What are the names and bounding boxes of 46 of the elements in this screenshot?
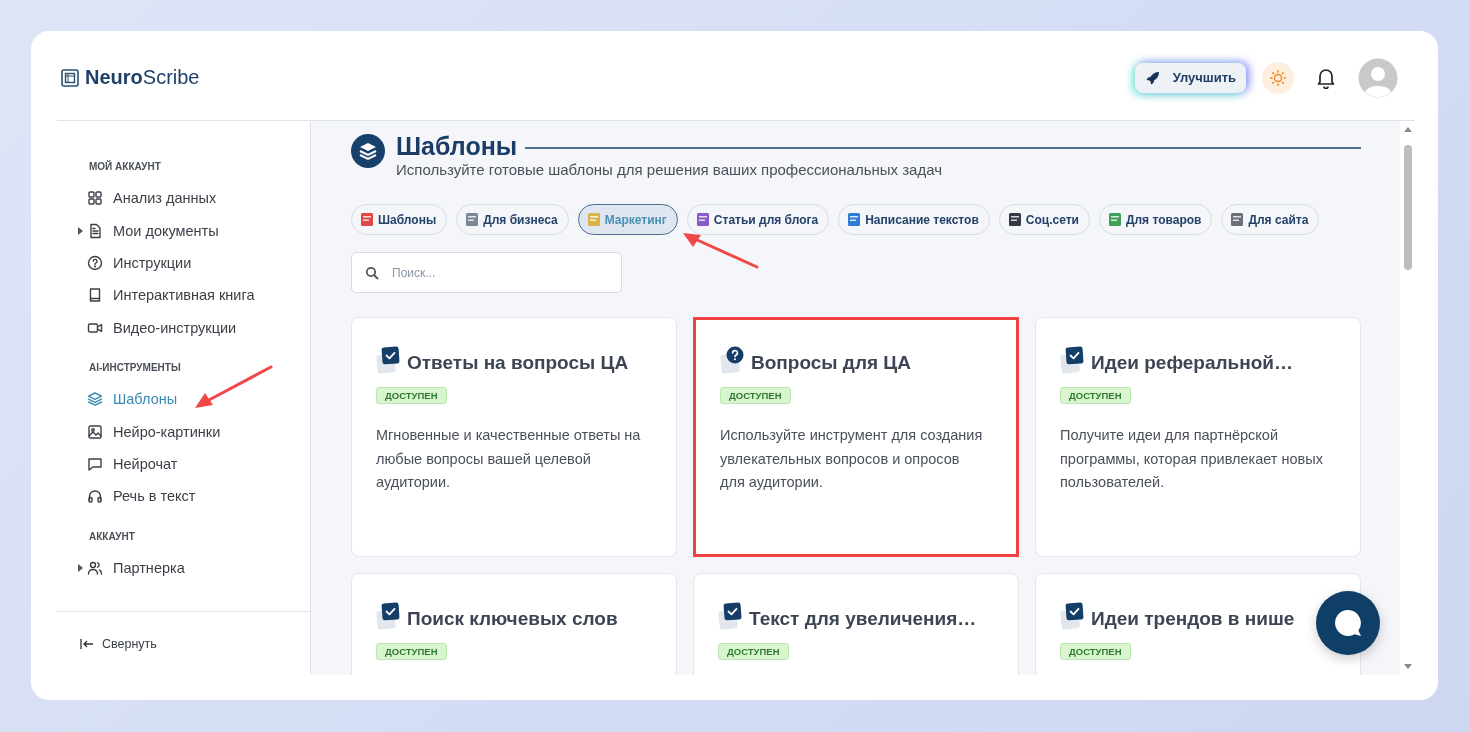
status-badge: ДОСТУПЕН	[1060, 387, 1131, 404]
template-card[interactable]: Поиск ключевых слов ДОСТУПЕН	[351, 573, 677, 675]
section-title: AI-ИНСТРУМЕНТЫ	[89, 361, 182, 373]
section-title: АККАУНТ	[89, 530, 136, 542]
page-title: Шаблоны	[396, 131, 518, 161]
card-title: Идеи реферальной…	[1091, 352, 1294, 375]
sidebar-item[interactable]: Инструкции	[75, 246, 310, 280]
sidebar-item[interactable]: Шаблоны	[75, 382, 310, 416]
sidebar-item[interactable]: Видео-инструкции	[75, 311, 310, 344]
template-card[interactable]: Идеи трендов в нише ДОСТУПЕН	[1035, 573, 1361, 675]
sidebar-item[interactable]: Нейрочат	[75, 447, 310, 481]
sidebar-item[interactable]: Мои документы	[75, 214, 310, 247]
card-title: Вопросы для ЦА	[751, 352, 911, 375]
template-card[interactable]: Ответы на вопросы ЦА ДОСТУПЕН Мгновенные и качественные ответы на любые вопросы вашей целевой аудитории.	[351, 317, 677, 557]
card-title: Ответы на вопросы ЦА	[407, 352, 629, 375]
category-chip[interactable]: Шаблоны	[351, 204, 448, 235]
status-badge: ДОСТУПЕН	[376, 643, 447, 660]
template-card[interactable]: Текст для увеличения… ДОСТУПЕН	[693, 573, 1019, 675]
sidebar-item[interactable]: Речь в текст	[75, 480, 310, 513]
sidebar-item[interactable]: Нейро-картинки	[75, 415, 310, 448]
page-subtitle: Используйте готовые шаблоны для решения ваших профессиональных задач	[396, 161, 943, 178]
category-chip[interactable]: Статьи для блога	[686, 204, 830, 235]
template-card[interactable]: Идеи реферальной… ДОСТУПЕН Получите идеи для партнёрской программы, которая привлекает новых пользователей.	[1035, 317, 1361, 557]
category-chip[interactable]: Для бизнеса	[456, 204, 569, 235]
card-description: Мгновенные и качественные ответы на любые вопросы вашей целевой аудитории.	[376, 426, 642, 492]
card-title: Текст для увеличения…	[749, 608, 977, 631]
card-description: Получите идеи для партнёрской программы, которая привлекает новых пользователей.	[1060, 426, 1324, 492]
status-badge: ДОСТУПЕН	[718, 643, 789, 660]
status-badge: ДОСТУПЕН	[720, 387, 791, 404]
sidebar-item[interactable]: Интерактивная книга	[75, 279, 310, 312]
category-chip[interactable]: Написание текстов	[838, 204, 990, 235]
category-chip[interactable]: Для сайта	[1221, 204, 1320, 235]
category-chip[interactable]: Для товаров	[1098, 204, 1213, 235]
category-chip[interactable]: Соц.сети	[998, 204, 1090, 235]
status-badge: ДОСТУПЕН	[1060, 643, 1131, 660]
card-description: Используйте инструмент для создания увлекательных вопросов и опросов для аудитории.	[720, 426, 984, 492]
card-title: Идеи трендов в нише	[1091, 608, 1295, 631]
sidebar-item[interactable]: Анализ данных	[75, 182, 310, 215]
brand-name[interactable]: NeuroScribe	[85, 66, 200, 89]
card-title: Поиск ключевых слов	[407, 608, 618, 631]
status-badge: ДОСТУПЕН	[376, 387, 447, 404]
sidebar-item[interactable]: Партнерка	[75, 551, 310, 584]
template-card[interactable]: Вопросы для ЦА ДОСТУПЕН Используйте инструмент для создания увлекательных вопросов и опросов для аудитории.	[693, 317, 1019, 557]
upgrade-button[interactable]: Улучшить	[1134, 62, 1246, 93]
section-title: МОЙ АККАУНТ	[89, 161, 162, 172]
search-field[interactable]: Поиск...	[351, 252, 622, 293]
